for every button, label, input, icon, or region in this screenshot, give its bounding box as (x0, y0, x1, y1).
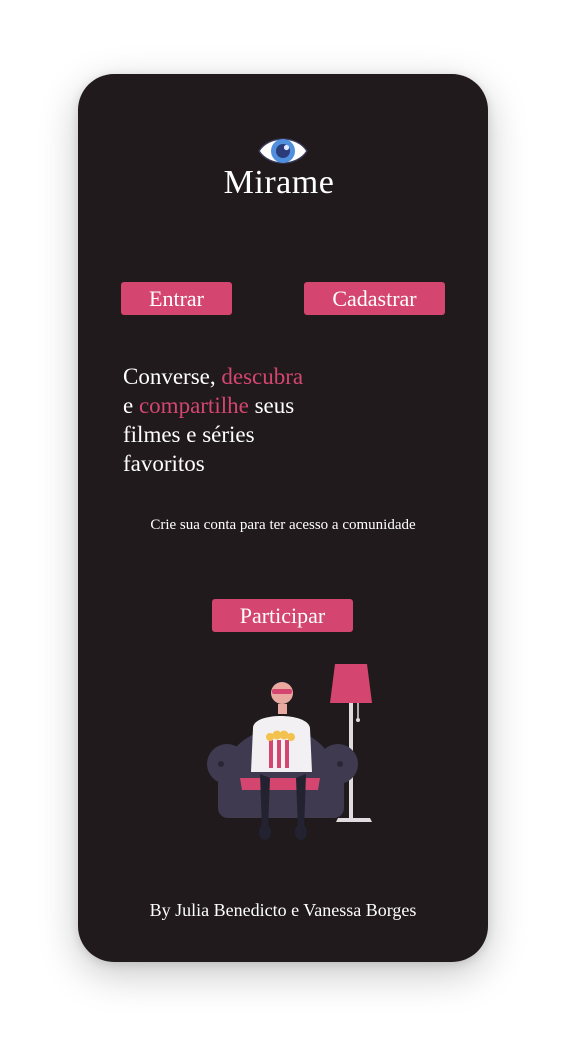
brand-title: Mirame (223, 164, 335, 201)
join-button[interactable]: Participar (212, 599, 353, 632)
headline-text: Converse, (123, 364, 222, 389)
register-button[interactable]: Cadastrar (304, 282, 445, 315)
headline-text: e (123, 393, 139, 418)
headline-line: favoritos (123, 451, 205, 476)
login-button[interactable]: Entrar (121, 282, 232, 315)
app-screen: Mirame Entrar Cadastrar Converse, descub… (78, 74, 488, 962)
popcorn-bucket-illustration (266, 730, 296, 768)
footer-credits: By Julia Benedicto e Vanessa Borges (149, 900, 417, 920)
hero-subtext: Crie sua conta para ter acesso a comunid… (150, 517, 416, 533)
headline-accent-share: compartilhe (138, 393, 249, 418)
headline-text: seus (248, 393, 295, 418)
headline-accent-discover: descubra (221, 364, 304, 389)
headline-line: filmes e séries (123, 422, 255, 447)
hero-headline: Converse, descubra e compartilhe seus fi… (123, 362, 383, 478)
person-watching-movie-illustration (207, 664, 372, 840)
